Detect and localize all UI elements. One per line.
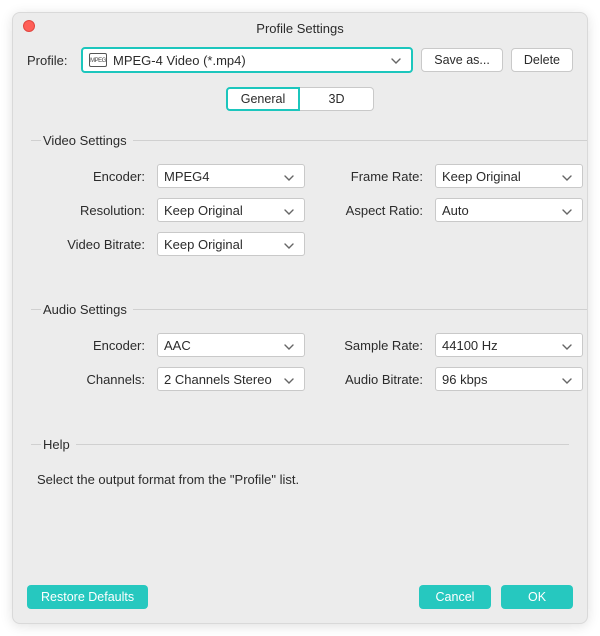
cancel-button[interactable]: Cancel [419, 585, 491, 609]
help-group: Help Select the output format from the "… [31, 437, 569, 487]
resolution-label: Resolution: [37, 203, 147, 218]
video-settings-group: Video Settings Encoder: MPEG4 Frame Rate… [31, 133, 588, 256]
chevron-down-icon [558, 169, 576, 184]
sample-rate-label: Sample Rate: [315, 338, 425, 353]
tab-group: General 3D [226, 87, 374, 111]
audio-bitrate-label: Audio Bitrate: [315, 372, 425, 387]
chevron-down-icon [558, 338, 576, 353]
video-settings-legend: Video Settings [41, 133, 133, 148]
video-bitrate-select[interactable]: Keep Original [157, 232, 305, 256]
chevron-down-icon [280, 338, 298, 353]
chevron-down-icon [387, 51, 405, 69]
profile-label: Profile: [27, 53, 73, 68]
chevron-down-icon [558, 372, 576, 387]
chevron-down-icon [280, 169, 298, 184]
chevron-down-icon [280, 372, 298, 387]
save-as-button[interactable]: Save as... [421, 48, 503, 72]
video-bitrate-label: Video Bitrate: [37, 237, 147, 252]
tab-general[interactable]: General [226, 87, 300, 111]
profile-select[interactable]: MPEG MPEG-4 Video (*.mp4) [81, 47, 413, 73]
restore-defaults-button[interactable]: Restore Defaults [27, 585, 148, 609]
channels-label: Channels: [37, 372, 147, 387]
window-controls [23, 20, 35, 32]
chevron-down-icon [280, 237, 298, 252]
title-bar: Profile Settings [13, 13, 587, 39]
tab-3d[interactable]: 3D [300, 87, 374, 111]
dialog-footer: Restore Defaults Cancel OK [13, 581, 587, 623]
channels-select[interactable]: 2 Channels Stereo [157, 367, 305, 391]
window-title: Profile Settings [13, 17, 587, 36]
sample-rate-select[interactable]: 44100 Hz [435, 333, 583, 357]
help-legend: Help [41, 437, 76, 452]
chevron-down-icon [280, 203, 298, 218]
video-encoder-label: Encoder: [37, 169, 147, 184]
ok-button[interactable]: OK [501, 585, 573, 609]
frame-rate-label: Frame Rate: [315, 169, 425, 184]
video-encoder-select[interactable]: MPEG4 [157, 164, 305, 188]
audio-encoder-select[interactable]: AAC [157, 333, 305, 357]
delete-button[interactable]: Delete [511, 48, 573, 72]
aspect-ratio-label: Aspect Ratio: [315, 203, 425, 218]
aspect-ratio-select[interactable]: Auto [435, 198, 583, 222]
profile-value: MPEG-4 Video (*.mp4) [113, 53, 381, 68]
frame-rate-select[interactable]: Keep Original [435, 164, 583, 188]
audio-settings-legend: Audio Settings [41, 302, 133, 317]
close-window-icon[interactable] [23, 20, 35, 32]
mpeg-format-icon: MPEG [89, 53, 107, 67]
help-text: Select the output format from the "Profi… [31, 464, 569, 487]
settings-window: Profile Settings Profile: MPEG MPEG-4 Vi… [12, 12, 588, 624]
audio-bitrate-select[interactable]: 96 kbps [435, 367, 583, 391]
audio-settings-group: Audio Settings Encoder: AAC Sample Rate:… [31, 302, 588, 391]
audio-encoder-label: Encoder: [37, 338, 147, 353]
chevron-down-icon [558, 203, 576, 218]
resolution-select[interactable]: Keep Original [157, 198, 305, 222]
